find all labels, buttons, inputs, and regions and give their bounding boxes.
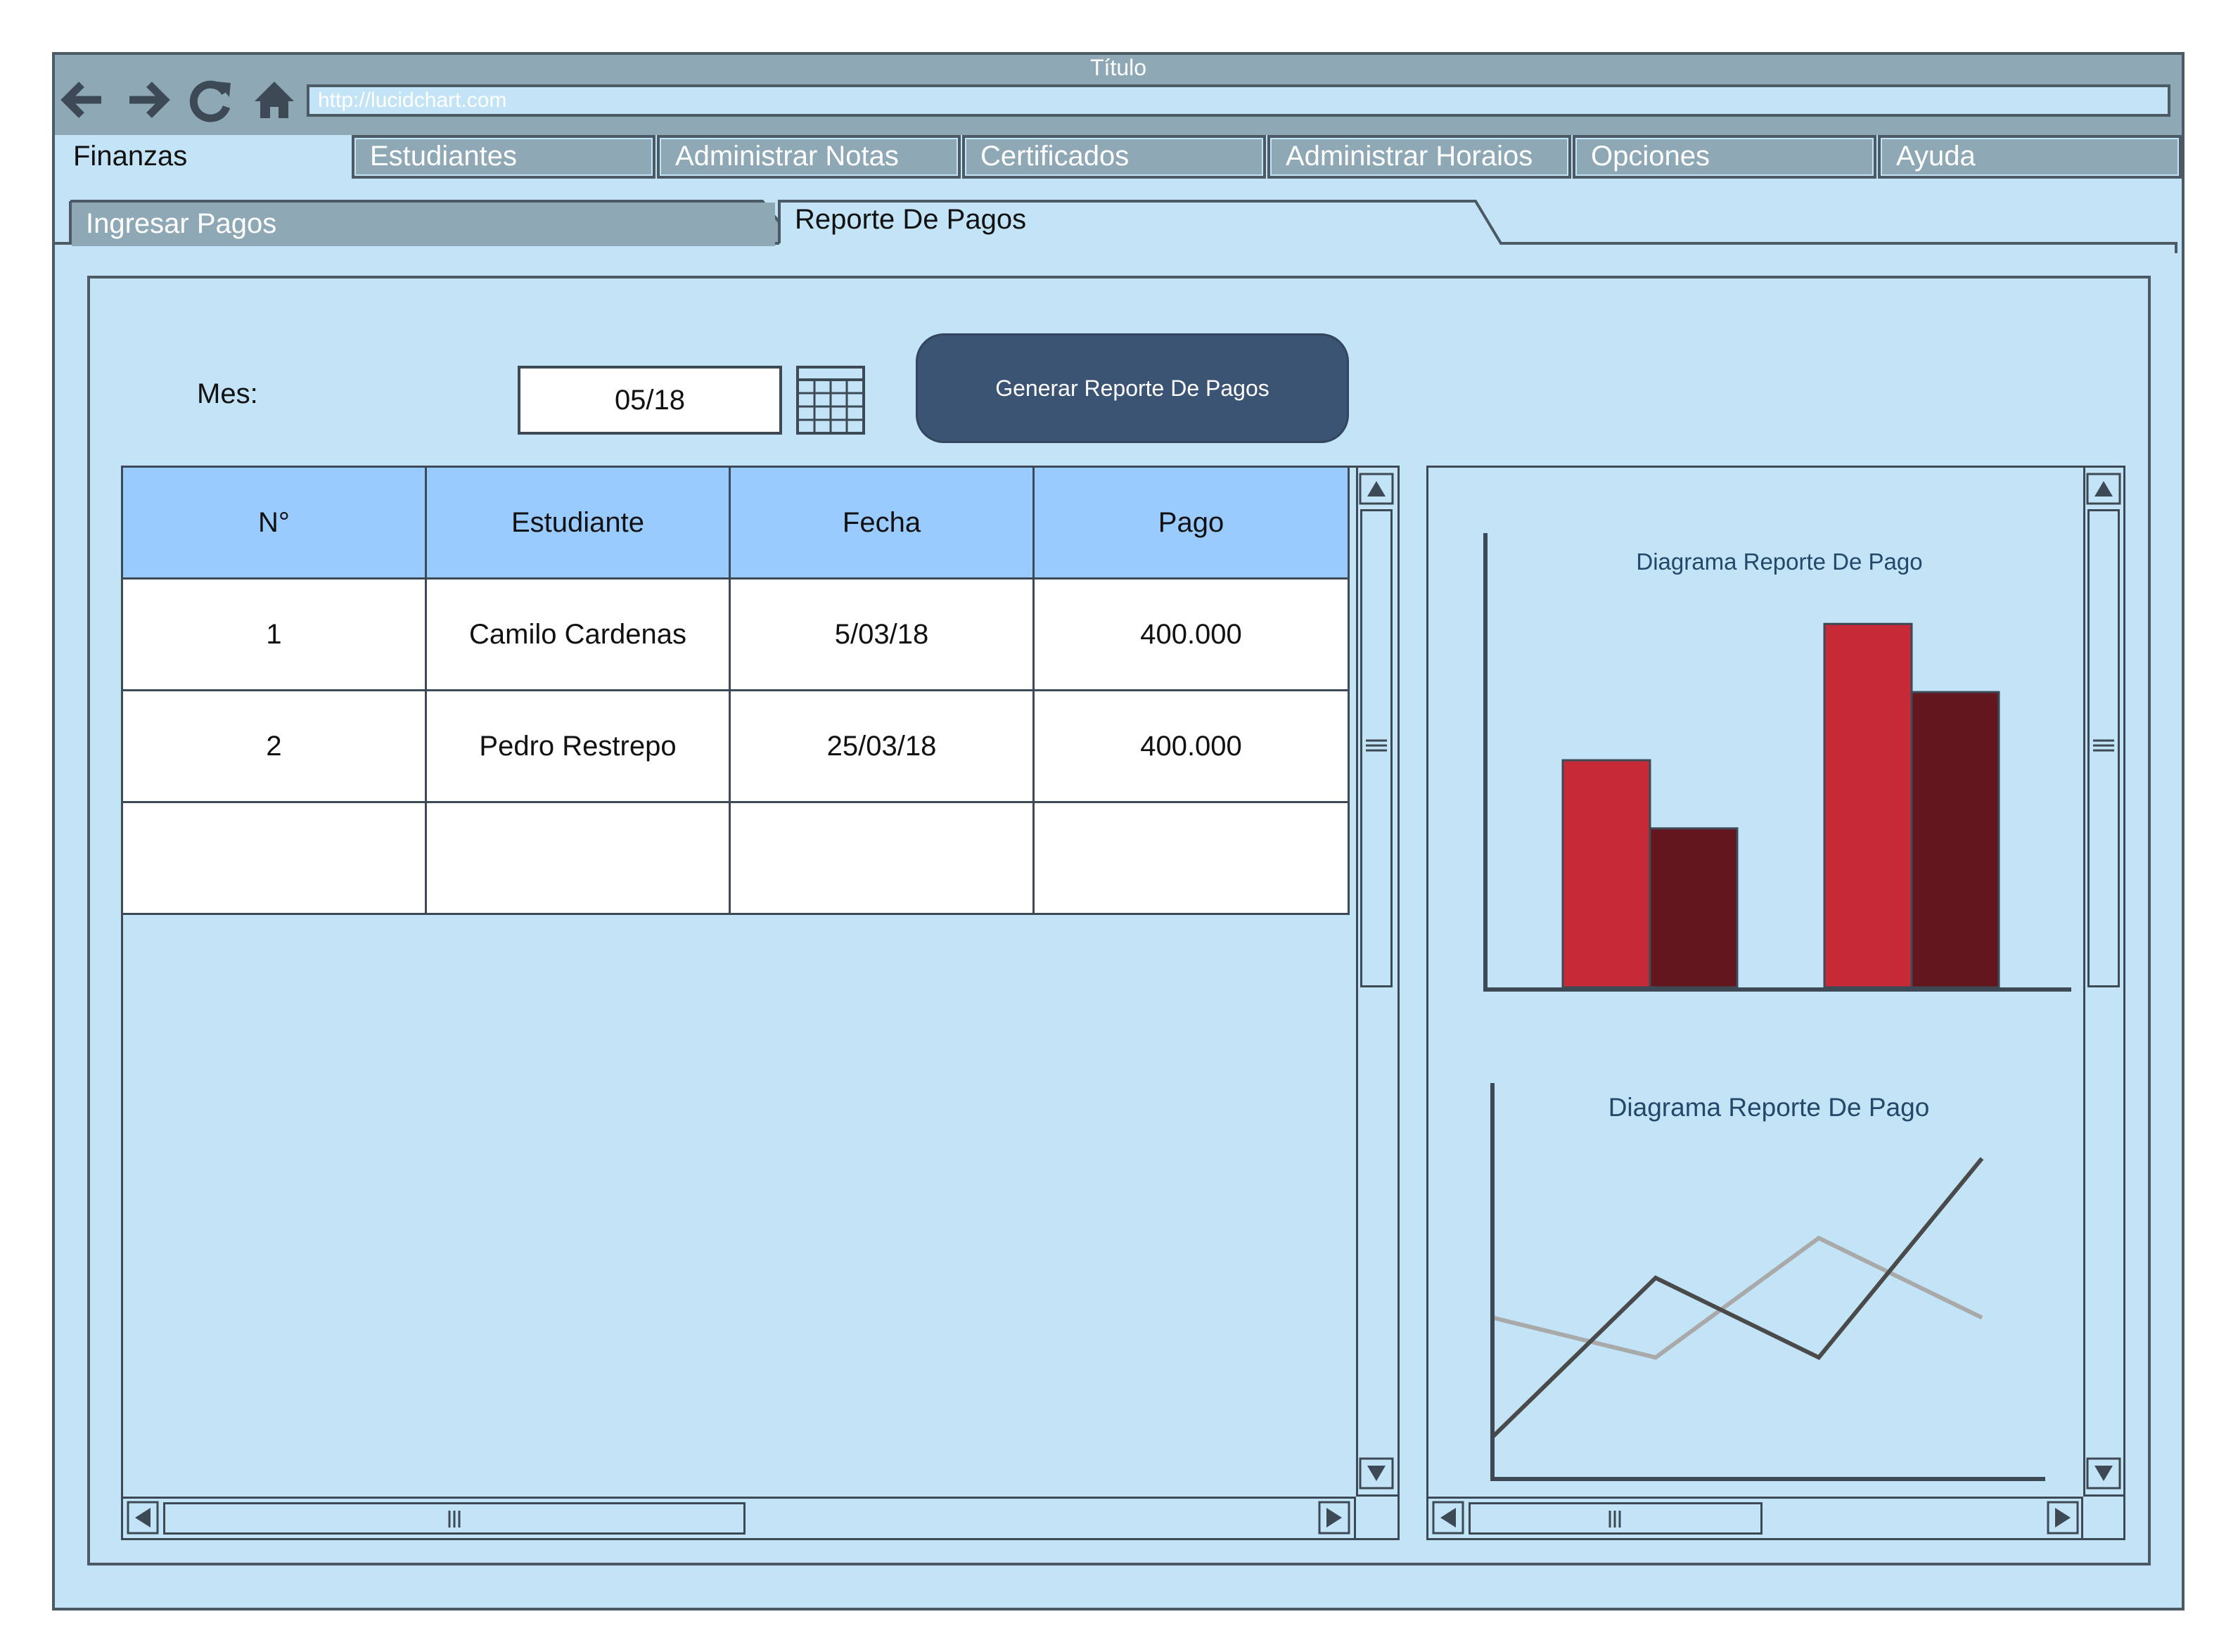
- window-title: Título: [1089, 55, 1147, 80]
- cell-date: 25/03/18: [729, 689, 1035, 803]
- bar: [1561, 759, 1651, 989]
- cell-payment: 400.000: [1032, 577, 1350, 691]
- bar: [1649, 827, 1739, 989]
- menu-tab-opciones[interactable]: Opciones: [1573, 135, 1876, 179]
- menu-tab-certificados[interactable]: Certificados: [962, 135, 1266, 179]
- scroll-right-icon[interactable]: [2047, 1501, 2079, 1535]
- table-row[interactable]: 1 Camilo Cardenas 5/03/18 400.000: [121, 577, 1350, 691]
- scroll-right-icon[interactable]: [1318, 1501, 1350, 1535]
- cell-date: [729, 801, 1035, 915]
- table-row[interactable]: [121, 801, 1350, 915]
- cell-student: [425, 801, 731, 915]
- scroll-up-icon[interactable]: [2086, 473, 2121, 505]
- month-input[interactable]: 05/18: [518, 366, 782, 435]
- bar: [1910, 691, 2000, 989]
- cell-student: Camilo Cardenas: [425, 577, 731, 691]
- payments-table: N° Estudiante Fecha Pago 1 Camilo Carden…: [121, 466, 1350, 915]
- cell-number: 1: [121, 577, 427, 691]
- line-chart: [1490, 1083, 2045, 1481]
- menu-tab-ayuda[interactable]: Ayuda: [1878, 135, 2182, 179]
- menu-tab-estudiantes[interactable]: Estudiantes: [352, 135, 655, 179]
- refresh-icon[interactable]: [188, 77, 234, 122]
- grip-icon: [1366, 739, 1387, 752]
- cell-date: 5/03/18: [729, 577, 1035, 691]
- cell-number: 2: [121, 689, 427, 803]
- menu-tab-administrar-horaios[interactable]: Administrar Horaios: [1267, 135, 1571, 179]
- generate-report-button[interactable]: Generar Reporte De Pagos: [916, 333, 1349, 443]
- scroll-left-icon[interactable]: [127, 1501, 159, 1535]
- line-series: [1492, 1235, 1983, 1360]
- subtab-ingresar-pagos[interactable]: Ingresar Pagos: [72, 203, 775, 246]
- header-number[interactable]: N°: [121, 466, 427, 580]
- back-arrow-icon[interactable]: [60, 77, 105, 122]
- menu-tab-administrar-notas[interactable]: Administrar Notas: [657, 135, 961, 179]
- table-header-row: N° Estudiante Fecha Pago: [121, 466, 1350, 580]
- cell-number: [121, 801, 427, 915]
- grip-icon: [2093, 739, 2114, 752]
- cell-payment: [1032, 801, 1350, 915]
- calendar-icon[interactable]: [796, 366, 865, 435]
- bar: [1823, 622, 1913, 989]
- scroll-up-icon[interactable]: [1359, 473, 1394, 505]
- header-date[interactable]: Fecha: [729, 466, 1035, 580]
- scroll-down-icon[interactable]: [2086, 1457, 2121, 1490]
- table-row[interactable]: 2 Pedro Restrepo 25/03/18 400.000: [121, 689, 1350, 803]
- cell-payment: 400.000: [1032, 689, 1350, 803]
- scroll-down-icon[interactable]: [1359, 1457, 1394, 1490]
- month-label: Mes:: [197, 378, 258, 409]
- forward-arrow-icon[interactable]: [125, 77, 170, 122]
- grip-icon: [1608, 1511, 1621, 1528]
- bar-chart: [1483, 533, 2071, 992]
- header-student[interactable]: Estudiante: [425, 466, 731, 580]
- grip-icon: [448, 1511, 461, 1528]
- cell-student: Pedro Restrepo: [425, 689, 731, 803]
- scroll-left-icon[interactable]: [1432, 1501, 1464, 1535]
- menu-tab-finanzas[interactable]: Finanzas: [55, 135, 350, 179]
- header-payment[interactable]: Pago: [1032, 466, 1350, 580]
- subtab-reporte-de-pagos[interactable]: Reporte De Pagos: [781, 198, 1470, 242]
- url-bar[interactable]: http://lucidchart.com: [307, 84, 2170, 117]
- home-icon[interactable]: [252, 77, 297, 122]
